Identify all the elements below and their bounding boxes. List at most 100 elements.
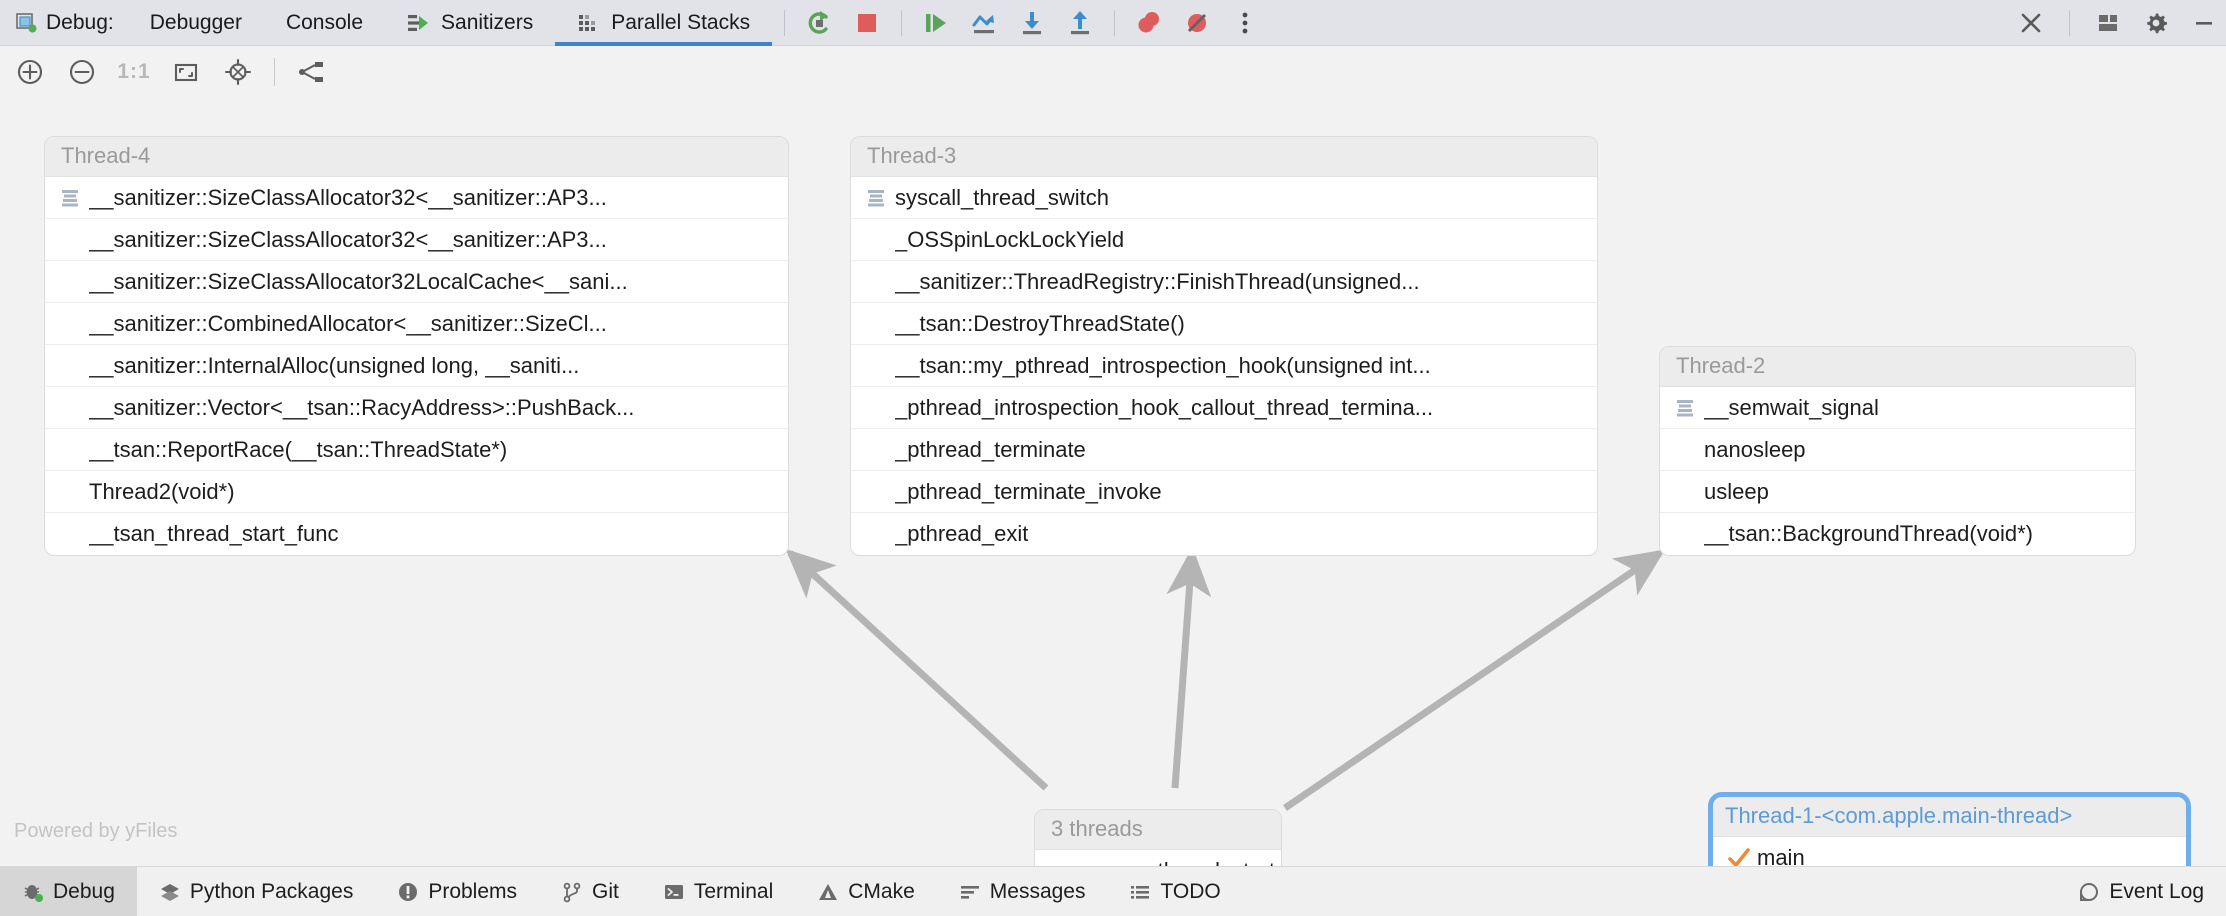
more-options-icon[interactable] [1223,3,1267,43]
tab-parallel-stacks-label: Parallel Stacks [611,10,751,34]
zoom-out-icon[interactable] [56,46,108,98]
thread-node-title: 3 threads [1035,810,1281,850]
toolbar-separator-2 [901,9,903,36]
resume-program-icon[interactable] [914,3,958,43]
debug-actions-group-3 [1127,3,1267,43]
stack-frame[interactable]: __tsan::DestroyThreadState() [851,303,1597,345]
step-into-icon[interactable] [1010,3,1054,43]
stack-frame[interactable]: _pthread_terminate_invoke [851,471,1597,513]
stack-frame-label: __sanitizer::Vector<__tsan::RacyAddress>… [89,394,635,420]
stack-frame[interactable]: __sanitizer::Vector<__tsan::RacyAddress>… [45,387,788,429]
stack-frame[interactable]: syscall_thread_switch [851,177,1597,219]
stack-frame[interactable]: __sanitizer::SizeClassAllocator32<__sani… [45,177,788,219]
tab-debugger-label: Debugger [149,10,242,34]
show-hierarchy-icon[interactable] [285,46,337,98]
mute-breakpoints-icon[interactable] [1175,3,1219,43]
status-bar-item-event-log[interactable]: Event Log [2056,867,2226,916]
stack-frame[interactable]: usleep [1660,471,2135,513]
thread-node-thread-2[interactable]: Thread-2 __semwait_signal nanosleep usle… [1659,346,2136,556]
step-out-icon[interactable] [1058,3,1102,43]
stack-frame[interactable]: __semwait_signal [1660,387,2135,429]
stack-frame[interactable]: _OSSpinLockLockYield [851,219,1597,261]
terminal-icon [663,881,685,903]
status-bar-item-label: Problems [428,879,518,903]
status-bar-item-todo[interactable]: TODO [1107,867,1242,916]
minimize-icon[interactable] [2182,3,2226,43]
checkmark-icon [1727,847,1757,866]
tab-console[interactable]: Console [264,0,385,46]
stack-frame-label: nanosleep [1704,436,1806,462]
thread-node-title: Thread-2 [1660,347,2135,387]
stack-frame[interactable]: __sanitizer::InternalAlloc(unsigned long… [45,345,788,387]
stack-frame[interactable]: __tsan_thread_start_func [45,513,788,555]
sanitizers-icon [407,12,431,34]
status-bar-item-messages[interactable]: Messages [937,867,1108,916]
stack-frame[interactable]: __tsan::my_pthread_introspection_hook(un… [851,345,1597,387]
stack-frame-label: __tsan::my_pthread_introspection_hook(un… [895,352,1431,378]
thread-node-thread-1[interactable]: Thread-1-<com.apple.main-thread> main st… [1708,792,2191,866]
tab-console-label: Console [285,10,364,34]
stack-frame[interactable]: nanosleep [1660,429,2135,471]
rerun-icon[interactable] [797,3,841,43]
actual-size-icon[interactable]: 1:1 [108,46,160,98]
close-icon[interactable] [2009,3,2053,43]
stack-frame-label: main [1757,844,1805,867]
stack-frame[interactable]: __tsan::BackgroundThread(void*) [1660,513,2135,555]
stack-frame[interactable]: __tsan::ReportRace(__tsan::ThreadState*) [45,429,788,471]
edge-three-threads-to-thread-3 [1166,546,1212,789]
stack-frame-label: __sanitizer::SizeClassAllocator32<__sani… [89,184,607,210]
tab-sanitizers-label: Sanitizers [441,10,534,34]
stack-frame-label: __sanitizer::SizeClassAllocator32<__sani… [89,226,607,252]
stack-frame[interactable]: _pthread_terminate [851,429,1597,471]
thread-node-thread-3[interactable]: Thread-3 syscall_thread_switch _OSSpinLo… [850,136,1598,556]
stack-frame-label: Thread2(void*) [89,478,235,504]
tab-parallel-stacks[interactable]: Parallel Stacks [555,0,773,46]
tab-sanitizers[interactable]: Sanitizers [385,0,555,46]
status-bar-item-cmake[interactable]: CMake [795,867,937,916]
thread-node-title: Thread-3 [851,137,1597,177]
edge-three-threads-to-thread-4 [785,548,1049,791]
messages-icon [959,881,981,903]
stack-frame[interactable]: __sanitizer::SizeClassAllocator32LocalCa… [45,261,788,303]
view-breakpoints-icon[interactable] [1127,3,1171,43]
debug-title: Debug: [0,11,128,35]
stack-frame[interactable]: _pthread_start [1035,850,1281,867]
stack-frame-label: _pthread_start [1133,858,1275,867]
thread-node-three-threads[interactable]: 3 threads _pthread_start thread_start [1034,809,1282,866]
thread-node-thread-4[interactable]: Thread-4 __sanitizer::SizeClassAllocator… [44,136,789,556]
thread-node-title: Thread-1-<com.apple.main-thread> [1713,797,2186,837]
toolbar-separator-1 [784,9,786,36]
stack-frame[interactable]: _pthread_exit [851,513,1597,555]
gear-icon[interactable] [2134,3,2178,43]
current-frame-icon [1674,397,1704,419]
stop-icon[interactable] [845,3,889,43]
zoom-in-icon[interactable] [4,46,56,98]
status-bar-item-problems[interactable]: Problems [375,867,539,916]
status-bar-item-git[interactable]: Git [539,867,641,916]
status-bar-item-label: CMake [848,879,915,903]
window-actions-group [2009,3,2226,43]
center-selection-icon[interactable] [212,46,264,98]
status-bar-item-debug[interactable]: Debug [0,866,137,916]
event-log-icon [2078,881,2100,903]
debug-toolbar: Debug: Debugger Console Sanitizers Paral… [0,0,2226,46]
stack-frame[interactable]: _pthread_introspection_hook_callout_thre… [851,387,1597,429]
status-bar-item-terminal[interactable]: Terminal [641,867,795,916]
parallel-stacks-canvas[interactable]: Thread-4 __sanitizer::SizeClassAllocator… [0,98,2226,866]
fit-content-icon[interactable] [160,46,212,98]
stack-frame[interactable]: __sanitizer::CombinedAllocator<__sanitiz… [45,303,788,345]
stack-frame-label: __sanitizer::InternalAlloc(unsigned long… [89,352,580,378]
stack-frame-label: __tsan_thread_start_func [89,521,339,546]
tab-debugger[interactable]: Debugger [128,0,264,46]
bug-icon [22,881,44,903]
stack-frame[interactable]: main [1713,837,2186,866]
step-over-icon[interactable] [962,3,1006,43]
status-bar-item-python-packages[interactable]: Python Packages [137,867,375,916]
layout-settings-icon[interactable] [2086,3,2130,43]
stack-frame-label: __tsan::DestroyThreadState() [895,310,1185,336]
stack-frame[interactable]: __sanitizer::SizeClassAllocator32<__sani… [45,219,788,261]
stack-frame[interactable]: Thread2(void*) [45,471,788,513]
stack-frame[interactable]: __sanitizer::ThreadRegistry::FinishThrea… [851,261,1597,303]
status-bar-item-label: Event Log [2109,879,2204,903]
stack-frame-label: __sanitizer::CombinedAllocator<__sanitiz… [89,310,607,336]
